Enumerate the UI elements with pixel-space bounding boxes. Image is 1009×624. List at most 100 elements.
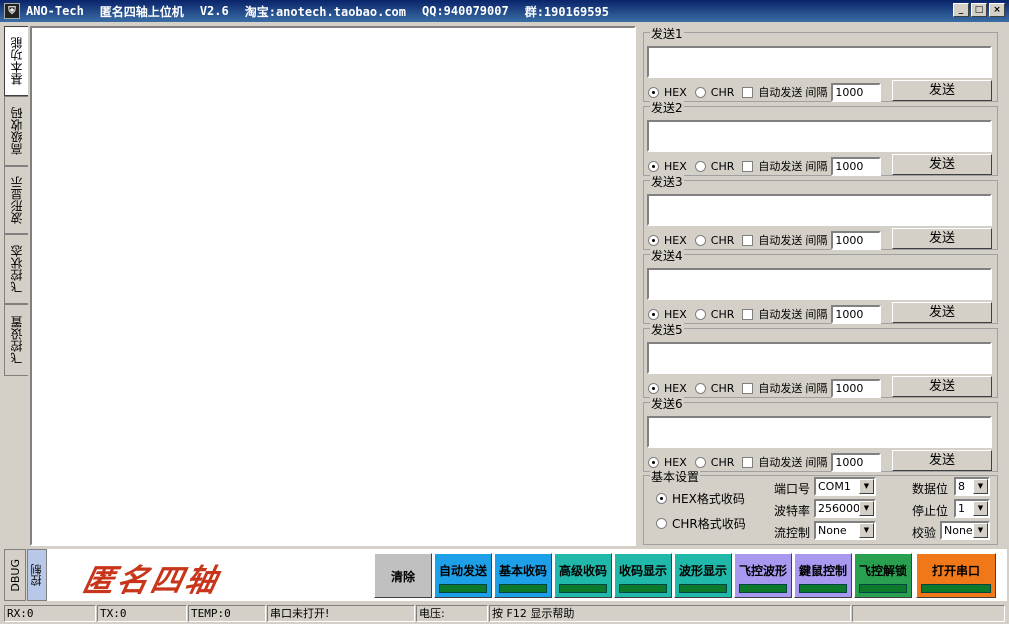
send-input[interactable] <box>647 46 992 78</box>
status-led <box>499 584 547 593</box>
open-port-button[interactable]: 打开串口 <box>916 553 996 598</box>
databits-select[interactable]: 8 ▼ <box>954 477 990 496</box>
flow-select[interactable]: None ▼ <box>814 521 876 540</box>
send-button[interactable]: 发送 <box>892 80 992 101</box>
send-button[interactable]: 发送 <box>892 154 992 175</box>
tab-basic-functions[interactable]: 基本功能 <box>4 26 28 96</box>
app-name: ANO-Tech <box>26 4 84 18</box>
auto-send-checkbox[interactable] <box>742 160 754 172</box>
auto-send-checkbox[interactable] <box>742 382 754 394</box>
flight-waveform-button[interactable]: 飞控波形 <box>734 553 792 598</box>
clear-button[interactable]: 清除 <box>374 553 432 598</box>
maximize-button[interactable]: □ <box>971 3 987 17</box>
shield-icon: ⛨ <box>4 3 20 19</box>
chr-radio[interactable] <box>694 382 706 394</box>
interval-input[interactable]: 1000 <box>831 304 882 324</box>
port-select[interactable]: COM1 ▼ <box>814 477 876 496</box>
chr-radio[interactable] <box>694 456 706 468</box>
keyboard-mouse-control-button[interactable]: 鍵鼠控制 <box>794 553 852 598</box>
interval-input[interactable]: 1000 <box>831 378 882 398</box>
hex-radio[interactable] <box>648 308 659 320</box>
send-button[interactable]: 发送 <box>892 228 992 249</box>
interval-input[interactable]: 1000 <box>831 230 882 250</box>
tab-waveform[interactable]: 波形显示 <box>4 166 28 234</box>
chevron-down-icon: ▼ <box>973 479 988 494</box>
tab-flight-settings[interactable]: 飞控设置 <box>4 304 28 376</box>
close-button[interactable]: × <box>989 3 1005 17</box>
tab-control[interactable]: 控制 <box>27 549 47 601</box>
port-status: 串口未打开! <box>267 605 415 622</box>
send-input[interactable] <box>647 120 992 152</box>
hex-receive-option[interactable]: HEX格式收码 <box>656 490 745 507</box>
taobao-link: 淘宝:anotech.taobao.com <box>244 4 406 19</box>
tx-count: TX:0 <box>97 605 187 622</box>
status-led <box>679 584 727 593</box>
tab-advanced-receive[interactable]: 高级收码 <box>4 96 28 166</box>
parity-select[interactable]: None ▼ <box>940 521 990 540</box>
basic-settings-group: 基本设置 HEX格式收码 CHR格式收码 端口号 COM1 ▼ 波特率 25600… <box>643 468 998 545</box>
window-title: 匿名四轴上位机 <box>99 4 184 19</box>
auto-send-checkbox[interactable] <box>742 456 754 468</box>
send-group-4: 发送4 HEX CHR 自动发送 间隔 1000 发送 <box>643 247 998 324</box>
send-input[interactable] <box>647 416 992 448</box>
auto-send-button[interactable]: 自动发送 <box>434 553 492 598</box>
baud-select[interactable]: 256000 ▼ <box>814 499 876 518</box>
chr-receive-option[interactable]: CHR格式收码 <box>656 515 746 532</box>
stopbits-select[interactable]: 1 ▼ <box>954 499 990 518</box>
flight-unlock-button[interactable]: 飞控解锁 <box>854 553 912 598</box>
chevron-down-icon: ▼ <box>973 523 988 538</box>
auto-send-checkbox[interactable] <box>742 308 754 320</box>
hex-radio[interactable] <box>648 160 659 172</box>
send-input[interactable] <box>647 268 992 300</box>
port-label: 端口号 <box>774 482 811 496</box>
receive-textarea[interactable] <box>30 26 636 546</box>
tab-flight-status[interactable]: 飞控状态 <box>4 234 28 304</box>
send-input[interactable] <box>647 194 992 226</box>
chevron-down-icon: ▼ <box>859 479 874 494</box>
rx-count: RX:0 <box>4 605 96 622</box>
version: V2.6 <box>199 4 229 18</box>
send-group-1: 发送1 HEX CHR 自动发送 间隔 1000 发送 <box>643 25 998 102</box>
tab-debug[interactable]: DBUG <box>4 549 26 601</box>
parity-label: 校验 <box>912 526 937 540</box>
send-button[interactable]: 发送 <box>892 376 992 397</box>
hex-receive-radio[interactable] <box>656 493 667 504</box>
voltage: 电压: <box>416 605 488 622</box>
interval-input[interactable]: 1000 <box>831 452 882 472</box>
minimize-button[interactable]: _ <box>953 3 969 17</box>
advanced-receive-button[interactable]: 高级收码 <box>554 553 612 598</box>
temperature: TEMP:0 <box>188 605 266 622</box>
hex-radio[interactable] <box>648 234 659 246</box>
auto-send-checkbox[interactable] <box>742 234 754 246</box>
auto-send-checkbox[interactable] <box>742 86 754 98</box>
send-button[interactable]: 发送 <box>892 450 992 471</box>
hex-radio[interactable] <box>648 382 659 394</box>
chr-radio[interactable] <box>694 234 706 246</box>
send-input[interactable] <box>647 342 992 374</box>
status-led <box>439 584 487 593</box>
chr-radio[interactable] <box>694 160 706 172</box>
status-empty <box>852 605 1005 622</box>
hex-radio[interactable] <box>648 86 659 98</box>
waveform-button[interactable]: 波形显示 <box>674 553 732 598</box>
interval-input[interactable]: 1000 <box>831 82 882 102</box>
databits-label: 数据位 <box>912 482 949 496</box>
send-group-3: 发送3 HEX CHR 自动发送 间隔 1000 发送 <box>643 173 998 250</box>
chr-radio[interactable] <box>694 86 706 98</box>
interval-input[interactable]: 1000 <box>831 156 882 176</box>
hex-radio[interactable] <box>648 456 659 468</box>
chr-radio[interactable] <box>694 308 706 320</box>
qq-number: QQ:940079007 <box>422 4 509 18</box>
send-button[interactable]: 发送 <box>892 302 992 323</box>
chevron-down-icon: ▼ <box>859 501 874 516</box>
status-led <box>921 584 991 593</box>
chevron-down-icon: ▼ <box>859 523 874 538</box>
basic-receive-button[interactable]: 基本收码 <box>494 553 552 598</box>
stopbits-label: 停止位 <box>912 504 949 518</box>
status-bar: RX:0 TX:0 TEMP:0 串口未打开! 电压: 按 F12 显示帮助 <box>0 603 1009 624</box>
chevron-down-icon: ▼ <box>973 501 988 516</box>
chr-receive-radio[interactable] <box>656 518 667 529</box>
receive-display-button[interactable]: 收码显示 <box>614 553 672 598</box>
brand-logo: 匿名四轴 <box>79 563 224 599</box>
send-group-2: 发送2 HEX CHR 自动发送 间隔 1000 发送 <box>643 99 998 176</box>
